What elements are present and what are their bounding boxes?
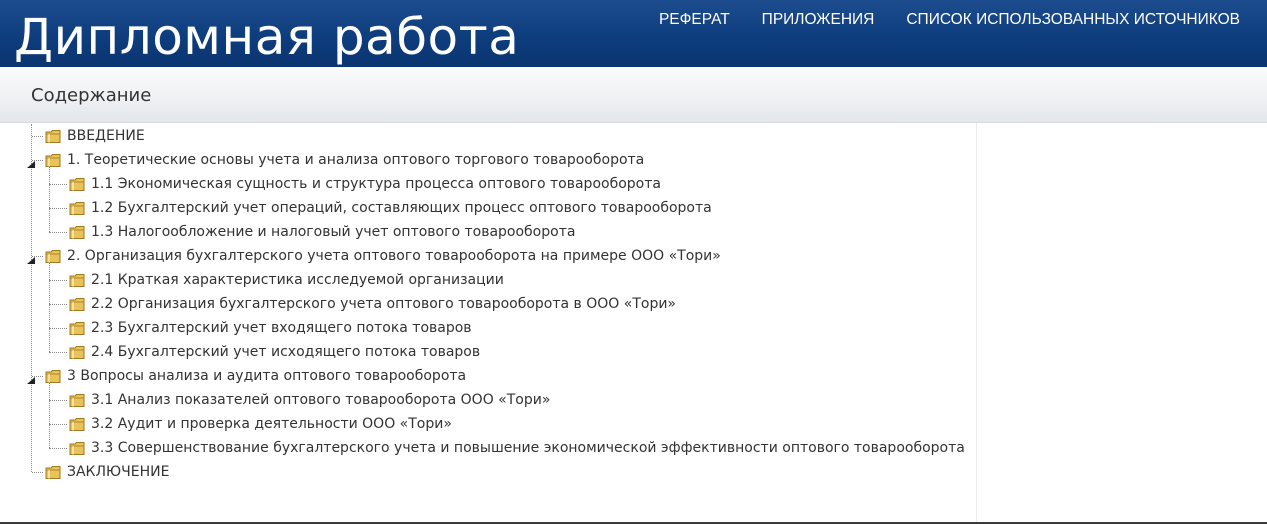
tree-item-chapter[interactable]: 1. Теоретические основы учета и анализа …	[45, 148, 644, 172]
tree-connector-line	[31, 124, 32, 472]
tree-connector-line	[49, 424, 67, 425]
tree-connector-line	[49, 400, 67, 401]
tree-item-label[interactable]: 3.1 Анализ показателей оптового товарооб…	[91, 392, 550, 408]
tree-connector-line	[49, 304, 67, 305]
folder-icon	[69, 177, 86, 192]
site-title[interactable]: Дипломная работа	[14, 4, 519, 67]
tree-item-label[interactable]: 1.3 Налогообложение и налоговый учет опт…	[91, 224, 575, 240]
tree-connector-line	[49, 263, 50, 352]
tree-item-label[interactable]: 3 Вопросы анализа и аудита оптового това…	[67, 368, 466, 384]
tree-item-label[interactable]: 2.1 Краткая характеристика исследуемой о…	[91, 272, 504, 288]
top-nav: РЕФЕРАТ ПРИЛОЖЕНИЯ СПИСОК ИСПОЛЬЗОВАННЫХ…	[659, 11, 1240, 29]
tree-connector-line	[49, 328, 67, 329]
tree-item-section[interactable]: 1.2 Бухгалтерский учет операций, составл…	[69, 196, 712, 220]
tree-item-label[interactable]: 3.2 Аудит и проверка деятельности ООО «Т…	[91, 416, 452, 432]
folder-icon	[45, 369, 62, 384]
tree-connector-line	[32, 136, 43, 137]
tree-item-label[interactable]: 2.3 Бухгалтерский учет входящего потока …	[91, 320, 472, 336]
tree-item-chapter[interactable]: 2. Организация бухгалтерского учета опто…	[45, 244, 721, 268]
folder-icon	[69, 225, 86, 240]
folder-icon	[45, 465, 62, 480]
tree-item-section[interactable]: 1.1 Экономическая сущность и структура п…	[69, 172, 661, 196]
page: Дипломная работа РЕФЕРАТ ПРИЛОЖЕНИЯ СПИС…	[0, 0, 1267, 524]
folder-icon	[45, 129, 62, 144]
folder-icon	[69, 201, 86, 216]
tree-item-section[interactable]: 3.2 Аудит и проверка деятельности ООО «Т…	[69, 412, 452, 436]
tree-item-section[interactable]: 2.2 Организация бухгалтерского учета опт…	[69, 292, 676, 316]
tree-item-label[interactable]: 1.1 Экономическая сущность и структура п…	[91, 176, 661, 192]
tree-item-section[interactable]: 2.3 Бухгалтерский учет входящего потока …	[69, 316, 472, 340]
folder-icon	[69, 345, 86, 360]
tree-item-section[interactable]: 1.3 Налогообложение и налоговый учет опт…	[69, 220, 575, 244]
contents-tree-panel: ВВЕДЕНИЕ 1. Теоретические основы учета и …	[0, 123, 977, 522]
tree-connector-line	[49, 184, 67, 185]
tree-item-label[interactable]: 2.2 Организация бухгалтерского учета опт…	[91, 296, 676, 312]
folder-icon	[69, 417, 86, 432]
tree-connector-line	[49, 280, 67, 281]
tree-connector-line	[49, 352, 67, 353]
nav-link-references[interactable]: СПИСОК ИСПОЛЬЗОВАННЫХ ИСТОЧНИКОВ	[906, 11, 1240, 29]
tree-item-label[interactable]: 1. Теоретические основы учета и анализа …	[67, 152, 644, 168]
expanded-triangle-icon[interactable]	[25, 155, 37, 168]
site-header: Дипломная работа РЕФЕРАТ ПРИЛОЖЕНИЯ СПИС…	[0, 0, 1267, 67]
tree-item-label[interactable]: 3.3 Совершенствование бухгалтерского уче…	[91, 440, 965, 456]
expanded-triangle-icon[interactable]	[25, 371, 37, 384]
tree-item-label[interactable]: ВВЕДЕНИЕ	[67, 128, 145, 144]
tree-item-chapter[interactable]: ВВЕДЕНИЕ	[45, 124, 145, 148]
folder-icon	[69, 297, 86, 312]
tree-item-section[interactable]: 2.4 Бухгалтерский учет исходящего потока…	[69, 340, 480, 364]
folder-icon	[45, 153, 62, 168]
tree-item-chapter[interactable]: 3 Вопросы анализа и аудита оптового това…	[45, 364, 466, 388]
tree-connector-line	[49, 208, 67, 209]
folder-icon	[69, 393, 86, 408]
tree-connector-line	[49, 167, 50, 232]
tree-item-chapter[interactable]: ЗАКЛЮЧЕНИЕ	[45, 460, 169, 484]
tree-item-label[interactable]: 1.2 Бухгалтерский учет операций, составл…	[91, 200, 712, 216]
section-title: Содержание	[31, 85, 152, 106]
expanded-triangle-icon[interactable]	[25, 251, 37, 264]
folder-icon	[69, 441, 86, 456]
tree-connector-line	[32, 472, 43, 473]
tree-connector-line	[49, 383, 50, 448]
section-title-bar: Содержание	[0, 67, 1267, 123]
tree-item-label[interactable]: 2.4 Бухгалтерский учет исходящего потока…	[91, 344, 480, 360]
nav-link-appendices[interactable]: ПРИЛОЖЕНИЯ	[762, 11, 875, 29]
tree-item-label[interactable]: 2. Организация бухгалтерского учета опто…	[67, 248, 721, 264]
tree-item-label[interactable]: ЗАКЛЮЧЕНИЕ	[67, 464, 169, 480]
tree-connector-line	[49, 448, 67, 449]
tree-item-section[interactable]: 3.3 Совершенствование бухгалтерского уче…	[69, 436, 965, 460]
folder-icon	[45, 249, 62, 264]
folder-icon	[69, 273, 86, 288]
nav-link-referat[interactable]: РЕФЕРАТ	[659, 11, 730, 29]
tree-item-section[interactable]: 3.1 Анализ показателей оптового товарооб…	[69, 388, 550, 412]
tree-item-section[interactable]: 2.1 Краткая характеристика исследуемой о…	[69, 268, 504, 292]
tree-connector-line	[49, 232, 67, 233]
folder-icon	[69, 321, 86, 336]
contents-tree: ВВЕДЕНИЕ 1. Теоретические основы учета и …	[0, 123, 977, 522]
